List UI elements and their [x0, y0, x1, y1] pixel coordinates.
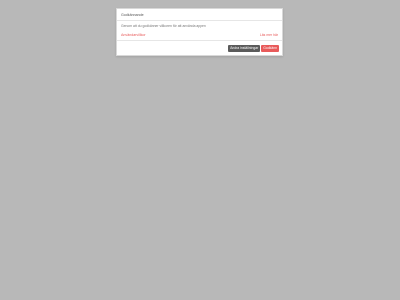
change-settings-button[interactable]: Ändra inställningar: [228, 44, 261, 52]
dialog-message: Genom att du godkänner villkoren för att…: [121, 24, 206, 28]
read-more-link[interactable]: Läs mer här: [260, 33, 278, 37]
terms-link[interactable]: Användarvillkor: [121, 33, 146, 37]
accept-button[interactable]: Godkänn: [261, 44, 279, 52]
link-row: Användarvillkor Läs mer här: [121, 33, 278, 37]
dialog-body: Genom att du godkänner villkoren för att…: [117, 21, 282, 41]
dialog-header: Godkännande: [117, 9, 282, 21]
consent-dialog: Godkännande Genom att du godkänner villk…: [116, 8, 283, 56]
dialog-footer: Ändra inställningar Godkänn: [117, 40, 282, 55]
dialog-title: Godkännande: [121, 12, 144, 17]
